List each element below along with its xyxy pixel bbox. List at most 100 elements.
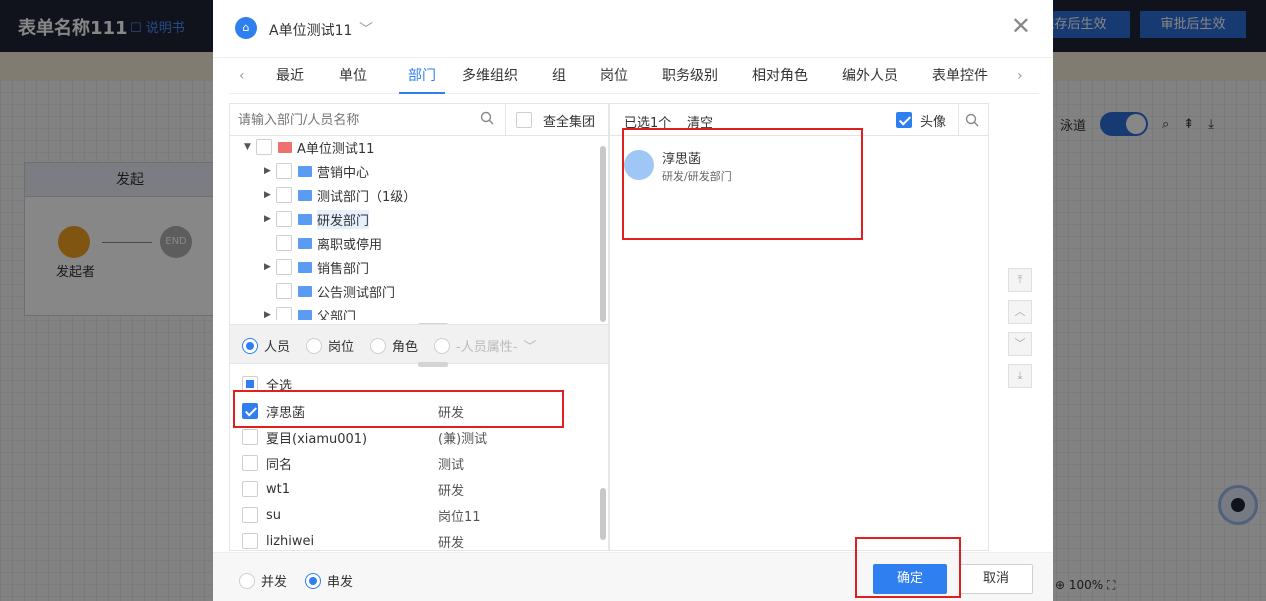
list-item[interactable]: 夏目(xiamu001) (兼)测试 — [242, 425, 592, 449]
tree-node[interactable]: ▶ 营销中心 — [264, 160, 369, 182]
chevron-down-icon[interactable]: ﹀ — [523, 336, 536, 355]
person-name: lizhiwei — [266, 533, 315, 549]
radio-button[interactable] — [305, 572, 321, 589]
tab-group[interactable]: 组 — [552, 62, 566, 94]
search-icon[interactable] — [480, 111, 494, 125]
tree-scrollbar[interactable] — [600, 146, 606, 322]
cancel-button[interactable]: 取消 — [959, 564, 1033, 594]
person-checkbox[interactable] — [242, 507, 258, 523]
radio-button[interactable] — [239, 572, 255, 589]
selected-item[interactable]: 淳思菡 研发/研发部门 — [624, 148, 854, 188]
person-dept: 岗位11 — [438, 509, 481, 525]
person-name: wt1 — [266, 481, 291, 497]
department-folder-icon — [298, 285, 312, 297]
department-folder-icon — [298, 309, 312, 320]
caret-right-icon[interactable]: ▶ — [264, 262, 276, 272]
list-scrollbar[interactable] — [600, 488, 606, 540]
tree-checkbox[interactable] — [276, 259, 292, 275]
person-checkbox[interactable] — [242, 533, 258, 549]
caret-right-icon[interactable]: ▶ — [264, 214, 276, 224]
move-bottom-icon[interactable]: ⤓ — [1008, 364, 1032, 388]
person-dept: (兼)测试 — [438, 431, 488, 447]
select-all-row[interactable]: 全选 — [242, 372, 592, 396]
caret-right-icon[interactable]: ▶ — [264, 166, 276, 176]
tree-node[interactable]: ▶ 销售部门 — [264, 256, 369, 278]
selected-count: 已选1个 — [624, 116, 672, 131]
tab-next-icon[interactable]: › — [1017, 62, 1023, 90]
tree-checkbox[interactable] — [276, 187, 292, 203]
radio-button[interactable] — [306, 337, 322, 354]
search-icon[interactable] — [965, 113, 979, 127]
close-icon[interactable]: ✕ — [1011, 14, 1031, 38]
filter-post[interactable]: 岗位 — [306, 336, 354, 355]
tab-recent[interactable]: 最近 — [276, 62, 304, 94]
list-item[interactable]: 淳思菡 研发 — [242, 399, 592, 423]
tab-prev-icon[interactable]: ‹ — [239, 62, 245, 90]
tree-checkbox[interactable] — [276, 307, 292, 320]
filter-attribute[interactable]: -人员属性- ﹀ — [434, 336, 536, 355]
list-item[interactable]: su 岗位11 — [242, 503, 592, 527]
tree-node[interactable]: 公告测试部门 — [264, 280, 395, 302]
radio-button[interactable] — [370, 337, 386, 354]
tree-checkbox[interactable] — [276, 163, 292, 179]
list-item[interactable]: lizhiwei 研发 — [242, 529, 592, 552]
list-item[interactable]: wt1 研发 — [242, 477, 592, 501]
person-checkbox[interactable] — [242, 429, 258, 445]
tab-external[interactable]: 编外人员 — [842, 62, 898, 94]
tree-checkbox[interactable] — [276, 211, 292, 227]
tab-relative-role[interactable]: 相对角色 — [752, 62, 808, 94]
resize-handle[interactable] — [418, 362, 448, 367]
tab-multi-org[interactable]: 多维组织 — [462, 62, 518, 94]
radio-button[interactable] — [242, 337, 258, 354]
selected-path: 研发/研发部门 — [662, 170, 732, 183]
show-avatar-label: 头像 — [920, 115, 947, 130]
move-up-icon[interactable]: ︿ — [1008, 300, 1032, 324]
tab-post[interactable]: 岗位 — [600, 62, 628, 94]
tree-node[interactable]: ▶ 父部门 — [264, 304, 356, 320]
radio-button[interactable] — [434, 337, 450, 354]
tree-checkbox[interactable] — [276, 283, 292, 299]
person-checkbox[interactable] — [242, 403, 258, 419]
unit-icon: ⌂ — [235, 17, 257, 39]
tab-department[interactable]: 部门 — [399, 62, 445, 94]
person-name: 淳思菡 — [266, 405, 306, 421]
confirm-button[interactable]: 确定 — [873, 564, 947, 594]
divider — [958, 104, 959, 136]
tab-unit[interactable]: 单位 — [339, 62, 367, 94]
tree-checkbox[interactable] — [276, 235, 292, 251]
caret-right-icon[interactable]: ▶ — [264, 310, 276, 320]
department-folder-icon — [298, 261, 312, 273]
member-type-filter: 人员 岗位 角色 -人员属性- ﹀ — [230, 324, 608, 364]
unit-selector[interactable]: A单位测试11 — [269, 20, 352, 40]
filter-label: 人员 — [264, 340, 291, 355]
list-item[interactable]: 同名 测试 — [242, 451, 592, 475]
mode-serial[interactable]: 串发 — [305, 571, 353, 590]
dialog-footer: 并发 串发 确定 取消 — [213, 552, 1053, 601]
select-all-checkbox[interactable] — [242, 376, 258, 392]
clear-link[interactable]: 清空 — [687, 112, 713, 131]
whole-group-checkbox[interactable] — [516, 112, 532, 128]
tree-checkbox[interactable] — [256, 139, 272, 155]
search-input[interactable] — [238, 110, 478, 130]
show-avatar-checkbox[interactable] — [896, 112, 912, 128]
tree-node[interactable]: ▶ 测试部门（1级） — [264, 184, 416, 206]
mode-parallel[interactable]: 并发 — [239, 571, 287, 590]
caret-down-icon[interactable]: ▼ — [244, 142, 256, 152]
filter-person[interactable]: 人员 — [242, 336, 290, 355]
tree-node-selected[interactable]: ▶ 研发部门 — [264, 208, 370, 230]
attribute-dropdown[interactable]: -人员属性- — [456, 336, 517, 355]
chevron-down-icon[interactable]: ﹀ — [359, 19, 373, 39]
tree-node-label: 离职或停用 — [317, 237, 383, 253]
caret-right-icon[interactable]: ▶ — [264, 190, 276, 200]
tree-node-root[interactable]: ▼ A单位测试11 — [244, 136, 374, 158]
filter-role[interactable]: 角色 — [370, 336, 418, 355]
move-down-icon[interactable]: ﹀ — [1008, 332, 1032, 356]
tab-job-level[interactable]: 职务级别 — [662, 62, 718, 94]
org-panel: 查全集团 ▼ A单位测试11 ▶ 营销中心 ▶ 测试部门（1级） ▶ 研发部门 离职或停… — [229, 103, 609, 551]
filter-label: 岗位 — [328, 340, 355, 355]
move-top-icon[interactable]: ⤒ — [1008, 268, 1032, 292]
tree-node[interactable]: 离职或停用 — [264, 232, 382, 254]
person-checkbox[interactable] — [242, 481, 258, 497]
person-checkbox[interactable] — [242, 455, 258, 471]
tab-form-control[interactable]: 表单控件 — [932, 62, 988, 94]
